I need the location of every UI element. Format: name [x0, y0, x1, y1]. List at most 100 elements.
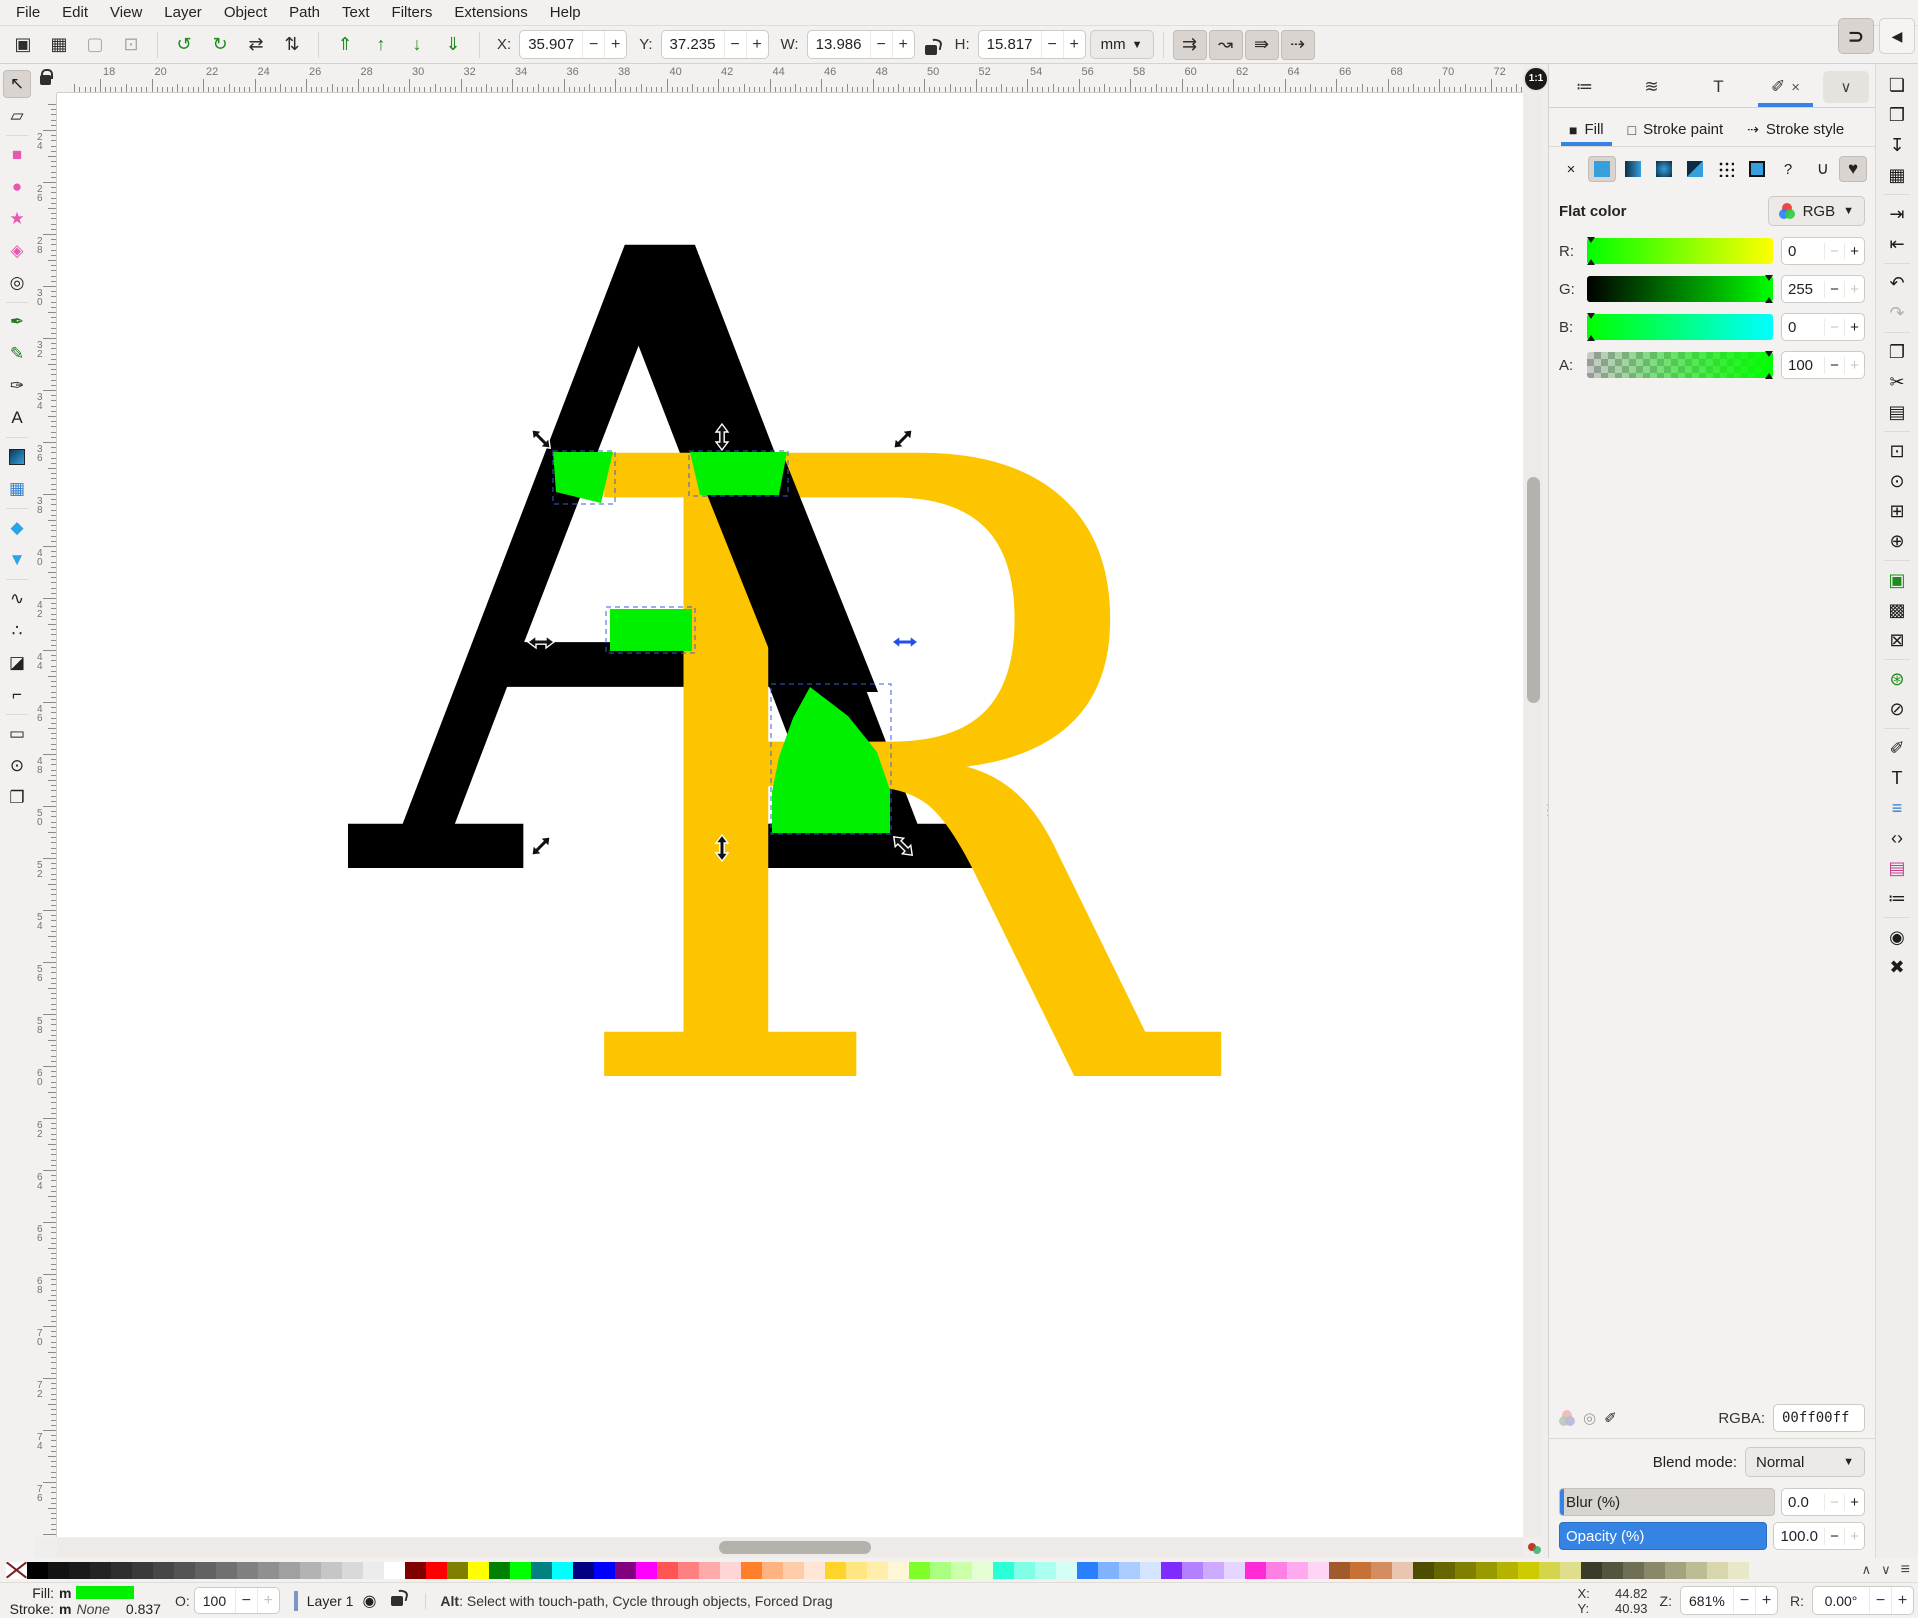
- zoom-selection-icon[interactable]: ⊡: [1881, 436, 1913, 466]
- palette-swatch[interactable]: [1203, 1562, 1224, 1579]
- clone-icon[interactable]: ▩: [1881, 595, 1913, 625]
- horizontal-scrollbar-thumb[interactable]: [719, 1541, 871, 1554]
- eraser-tool[interactable]: ◪: [3, 649, 31, 677]
- palette-swatch[interactable]: [1476, 1562, 1497, 1579]
- raise-icon[interactable]: ↑: [364, 30, 398, 60]
- horizontal-ruler[interactable]: 1820222426283032343638404244464850525456…: [57, 64, 1523, 93]
- calligraphy-tool[interactable]: ✑: [3, 372, 31, 400]
- palette-swatch[interactable]: [447, 1562, 468, 1579]
- slider-thumb[interactable]: [1765, 275, 1773, 303]
- menu-help[interactable]: Help: [540, 2, 591, 23]
- zoom-page-icon[interactable]: ⊞: [1881, 496, 1913, 526]
- plus-button[interactable]: +: [1844, 281, 1864, 298]
- palette-swatch[interactable]: [720, 1562, 741, 1579]
- palette-swatch[interactable]: [1455, 1562, 1476, 1579]
- palette-swatch[interactable]: [1182, 1562, 1203, 1579]
- bucket-tool[interactable]: ▼: [3, 546, 31, 574]
- palette-swatch[interactable]: [1119, 1562, 1140, 1579]
- palette-swatch[interactable]: [1140, 1562, 1161, 1579]
- palette-swatch[interactable]: [825, 1562, 846, 1579]
- a-slider[interactable]: [1587, 352, 1773, 378]
- palette-scroll-down-icon[interactable]: ∨: [1881, 1562, 1891, 1578]
- tab-stroke-style[interactable]: ⇢Stroke style: [1737, 116, 1854, 146]
- palette-swatch[interactable]: [216, 1562, 237, 1579]
- vertical-scrollbar-thumb[interactable]: [1527, 477, 1540, 703]
- palette-swatch[interactable]: [384, 1562, 405, 1579]
- palette-swatch[interactable]: [405, 1562, 426, 1579]
- palette-swatch[interactable]: [993, 1562, 1014, 1579]
- palette-swatch[interactable]: [1245, 1562, 1266, 1579]
- fill-swatch[interactable]: [76, 1586, 134, 1599]
- palette-swatch[interactable]: [636, 1562, 657, 1579]
- palette-swatch[interactable]: [762, 1562, 783, 1579]
- palette-swatch[interactable]: [972, 1562, 993, 1579]
- palette-swatch[interactable]: [1098, 1562, 1119, 1579]
- slider-thumb[interactable]: [1765, 351, 1773, 379]
- palette-swatch[interactable]: [1308, 1562, 1329, 1579]
- palette-swatch[interactable]: [1161, 1562, 1182, 1579]
- palette-swatch[interactable]: [846, 1562, 867, 1579]
- y-minus-button[interactable]: −: [724, 31, 746, 58]
- zoom-page-width-icon[interactable]: ⊕: [1881, 526, 1913, 556]
- fill-rule-evenodd-button[interactable]: ∪: [1809, 156, 1837, 182]
- palette-swatch[interactable]: [1602, 1562, 1623, 1579]
- blur-plus-button[interactable]: +: [1844, 1494, 1864, 1511]
- palette-swatch[interactable]: [195, 1562, 216, 1579]
- palette-swatch[interactable]: [1371, 1562, 1392, 1579]
- menu-filters[interactable]: Filters: [382, 2, 443, 23]
- print-icon[interactable]: ▦: [1881, 160, 1913, 190]
- canvas[interactable]: AR: [57, 93, 1523, 1537]
- menu-view[interactable]: View: [100, 2, 152, 23]
- opacity-status-minus-button[interactable]: −: [235, 1588, 257, 1613]
- dock-menu-chevron-icon[interactable]: ∨: [1823, 71, 1869, 103]
- zoom-tool[interactable]: ⊙: [3, 752, 31, 780]
- palette-swatch[interactable]: [1392, 1562, 1413, 1579]
- palette-swatch[interactable]: [678, 1562, 699, 1579]
- fill-rule-nonzero-button[interactable]: ♥: [1839, 156, 1867, 182]
- g-slider[interactable]: [1587, 276, 1773, 302]
- cms-wheel-icon[interactable]: [1559, 1410, 1575, 1426]
- w-field[interactable]: 13.986 − +: [807, 30, 915, 59]
- palette-swatch[interactable]: [1224, 1562, 1245, 1579]
- palette-swatch[interactable]: [531, 1562, 552, 1579]
- palette-swatch[interactable]: [1539, 1562, 1560, 1579]
- save-document-icon[interactable]: ↧: [1881, 130, 1913, 160]
- palette-swatch[interactable]: [27, 1562, 48, 1579]
- pen-tool[interactable]: ✒: [3, 308, 31, 336]
- copy-icon[interactable]: ❐: [1881, 337, 1913, 367]
- intersection-piece-2[interactable]: [690, 452, 787, 495]
- opacity-status-plus-button[interactable]: +: [257, 1588, 279, 1613]
- flip-vertical-icon[interactable]: ⇅: [275, 30, 309, 60]
- palette-swatch[interactable]: [1287, 1562, 1308, 1579]
- unit-select[interactable]: mm ▼: [1090, 30, 1154, 59]
- group-icon[interactable]: ⊛: [1881, 664, 1913, 694]
- opacity-field[interactable]: 100.0 − +: [1773, 1522, 1865, 1550]
- minus-button[interactable]: −: [1824, 243, 1844, 260]
- object-opacity-field[interactable]: 100 − +: [194, 1587, 280, 1614]
- scale-stroke-icon[interactable]: ⇉: [1173, 30, 1207, 60]
- rotation-plus-button[interactable]: +: [1891, 1587, 1913, 1614]
- mesh-tool[interactable]: ▦: [3, 475, 31, 503]
- tweak-tool[interactable]: ∿: [3, 585, 31, 613]
- deselect-icon[interactable]: ▢: [78, 30, 112, 60]
- document-properties-icon[interactable]: ▤: [1881, 853, 1913, 883]
- select-all-layers-icon[interactable]: ▦: [42, 30, 76, 60]
- opacity-plus-button[interactable]: +: [1844, 1528, 1864, 1545]
- unlink-clone-icon[interactable]: ⊠: [1881, 625, 1913, 655]
- palette-swatch[interactable]: [573, 1562, 594, 1579]
- palette-swatch[interactable]: [594, 1562, 615, 1579]
- flip-horizontal-icon[interactable]: ⇄: [239, 30, 273, 60]
- palette-swatch[interactable]: [1560, 1562, 1581, 1579]
- paint-mesh-gradient-button[interactable]: [1681, 156, 1709, 182]
- x-field[interactable]: 35.907 − +: [519, 30, 627, 59]
- paint-swatch-button[interactable]: [1743, 156, 1771, 182]
- g-value-field[interactable]: 255−+: [1781, 275, 1865, 303]
- palette-swatch[interactable]: [1686, 1562, 1707, 1579]
- palette-swatch[interactable]: [321, 1562, 342, 1579]
- blur-minus-button[interactable]: −: [1824, 1494, 1844, 1511]
- box3d-tool[interactable]: ◈: [3, 237, 31, 265]
- paint-radial-gradient-button[interactable]: [1650, 156, 1678, 182]
- color-picker-icon[interactable]: ✐: [1604, 1409, 1617, 1427]
- palette-swatch[interactable]: [48, 1562, 69, 1579]
- palette-swatch[interactable]: [1035, 1562, 1056, 1579]
